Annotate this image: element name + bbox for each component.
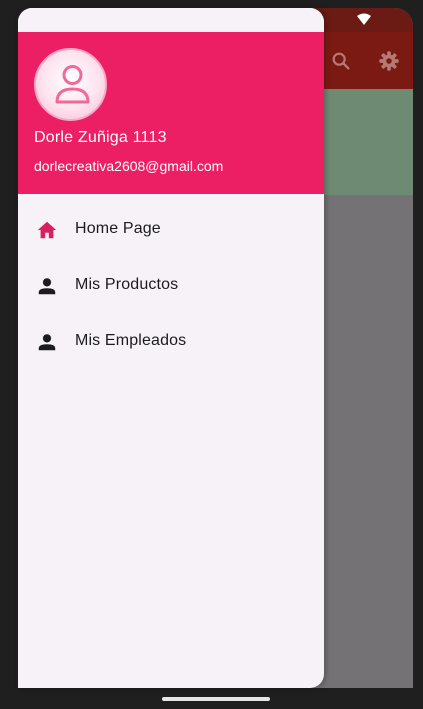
drawer-item-mis-productos[interactable]: Mis Productos — [18, 258, 324, 314]
drawer-item-home-page[interactable]: Home Page — [18, 202, 324, 258]
avatar[interactable] — [34, 48, 107, 121]
drawer-item-mis-empleados[interactable]: Mis Empleados — [18, 314, 324, 370]
person-icon — [38, 334, 56, 351]
home-icon — [37, 221, 57, 239]
search-icon[interactable] — [330, 50, 352, 72]
person-icon — [38, 278, 56, 295]
settings-icon[interactable] — [378, 50, 400, 72]
navigation-drawer: Dorle Zuñiga 1113 dorlecreativa2608@gmai… — [18, 8, 324, 688]
user-email: dorlecreativa2608@gmail.com — [34, 158, 224, 174]
user-name: Dorle Zuñiga 1113 — [34, 129, 167, 146]
person-outline-icon — [55, 65, 90, 104]
gesture-home-bar[interactable] — [162, 697, 270, 701]
drawer-header: Dorle Zuñiga 1113 dorlecreativa2608@gmai… — [18, 32, 324, 194]
drawer-item-label: Home Page — [75, 220, 161, 237]
drawer-item-label: Mis Productos — [75, 276, 179, 293]
drawer-status-area — [18, 8, 324, 32]
drawer-menu: Home Page Mis Productos Mis Empleados — [18, 202, 324, 370]
device-frame: Dorle Zuñiga 1113 dorlecreativa2608@gmai… — [0, 0, 423, 709]
wifi-icon — [357, 13, 371, 25]
drawer-item-label: Mis Empleados — [75, 332, 187, 349]
